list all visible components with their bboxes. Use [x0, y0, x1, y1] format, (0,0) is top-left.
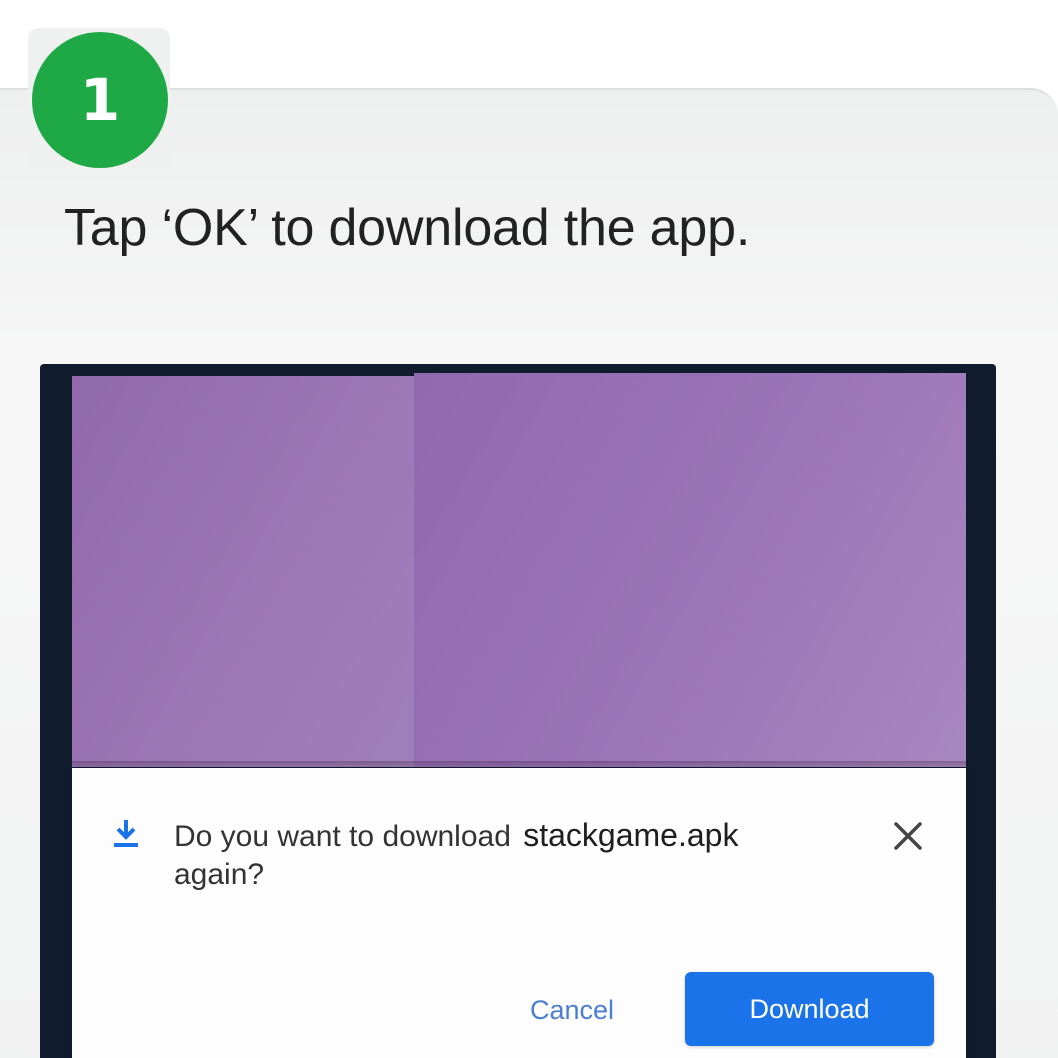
cancel-button[interactable]: Cancel	[502, 990, 642, 1030]
download-dialog: Do you want to download stackgame.apk ag…	[72, 768, 966, 1058]
artwork-shadow	[72, 761, 966, 767]
download-button[interactable]: Download	[685, 972, 934, 1046]
download-icon	[114, 820, 138, 847]
dialog-message-suffix: again?	[174, 858, 265, 891]
dialog-message-prefix: Do you want to download	[174, 820, 511, 853]
step-number-badge: 1	[32, 32, 168, 168]
artwork-panel-right	[414, 373, 966, 767]
game-artwork	[72, 373, 966, 767]
instruction-text: Tap ‘OK’ to download the app.	[64, 199, 751, 257]
tutorial-page: 1 Tap ‘OK’ to download the app. Do you w…	[0, 0, 1058, 1058]
dialog-message: Do you want to download stackgame.apk ag…	[174, 816, 874, 894]
dialog-filename: stackgame.apk	[523, 817, 739, 853]
artwork-panel-left	[72, 376, 414, 767]
close-icon[interactable]	[890, 818, 926, 854]
